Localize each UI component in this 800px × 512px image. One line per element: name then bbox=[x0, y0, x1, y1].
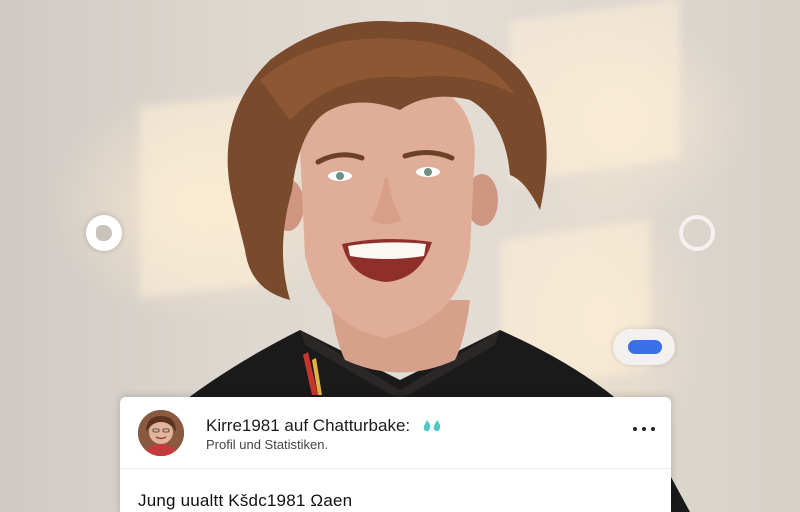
avatar-image bbox=[138, 410, 184, 456]
teal-drops-icon bbox=[422, 419, 444, 433]
profile-title: Kirre1981 auf Chatturbake: bbox=[206, 416, 411, 435]
profile-card: Kirre1981 auf Chatturbake: Profil und St… bbox=[120, 397, 671, 512]
profile-subtitle: Profil und Statistiken. bbox=[206, 437, 329, 452]
more-options-icon[interactable] bbox=[633, 419, 655, 439]
profile-card-header: Kirre1981 auf Chatturbake: Profil und St… bbox=[120, 397, 671, 469]
blob-control-button[interactable] bbox=[86, 215, 122, 251]
toggle-switch[interactable] bbox=[613, 329, 675, 365]
toggle-knob bbox=[628, 340, 662, 354]
card-body-text: Jung uualtt Kšdc1981 Ωaen bbox=[138, 491, 353, 510]
avatar[interactable] bbox=[138, 410, 184, 456]
ring-control-button[interactable] bbox=[679, 215, 715, 251]
